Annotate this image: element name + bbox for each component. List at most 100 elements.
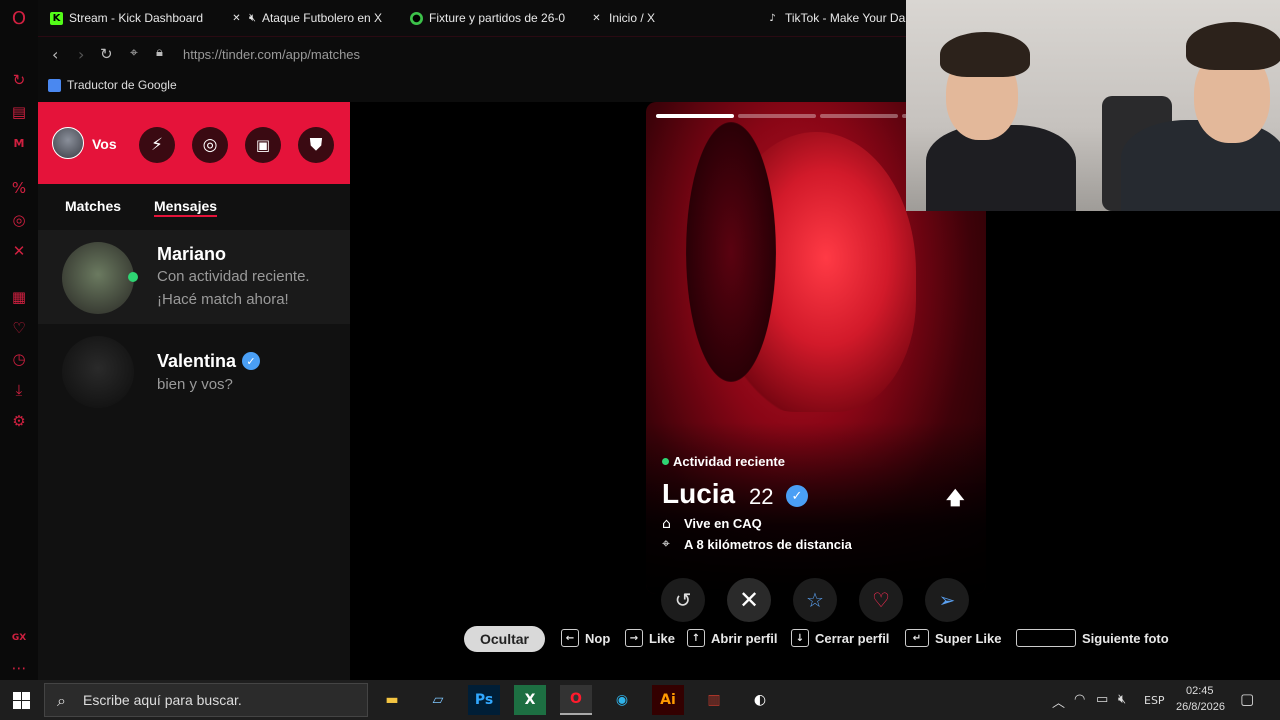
star-icon: ☆	[806, 588, 824, 612]
rewind-icon: ↺	[674, 588, 692, 612]
shield-icon[interactable]: ⛊	[298, 127, 334, 163]
windows-taskbar: ⌕ Escribe aquí para buscar. ▬ ▱ Ps X O ◉…	[0, 680, 1280, 720]
winrar-icon[interactable]: ▥	[698, 685, 730, 715]
language-indicator[interactable]: ESP	[1144, 694, 1165, 707]
pin-icon: ⌖	[662, 536, 670, 552]
taskbar-date[interactable]: 26/8/2026	[1176, 701, 1225, 713]
shortcut-label: Super Like	[935, 630, 1002, 646]
profile-label[interactable]: Vos	[92, 136, 117, 152]
profile-avatar[interactable]	[52, 127, 84, 159]
tab-messages[interactable]: Mensajes	[154, 198, 218, 217]
opera-sidebar: O ↻ ▤ M % ◎ ✕ ▦ ♡ ◷ ⤓ ⚙ GX ⋯	[0, 0, 38, 680]
edge-icon[interactable]: ◉	[606, 685, 638, 715]
shortcut-label: Siguiente foto	[1082, 630, 1169, 646]
shortcut-next-photo: Siguiente foto	[1016, 629, 1169, 647]
left-arrow-key-icon: ←	[561, 629, 579, 647]
lock-icon[interactable]: 🔒︎	[156, 45, 163, 60]
muted-icon: 🔇︎	[249, 11, 256, 24]
briefcase-icon[interactable]: ▣	[245, 127, 281, 163]
conversation-valentina[interactable]: Valentina ✓ bien y vos?	[38, 326, 350, 416]
online-indicator	[128, 272, 138, 282]
verified-badge-icon: ✓	[786, 485, 808, 507]
person-right-hair	[1186, 22, 1280, 70]
windows-start-icon[interactable]	[13, 692, 30, 709]
boost-icon[interactable]: ⚡︎	[139, 127, 175, 163]
mail-icon[interactable]: M	[9, 133, 29, 153]
location-pin-icon[interactable]: ⌖	[130, 45, 138, 61]
percent-icon[interactable]: %	[9, 178, 29, 198]
whatsapp-icon[interactable]: ◎	[9, 210, 29, 230]
photo-indicator	[820, 114, 898, 118]
webcam-overlay	[906, 0, 1280, 211]
photoshop-icon[interactable]: Ps	[468, 685, 500, 715]
profile-hair	[686, 122, 776, 382]
illustrator-icon[interactable]: Ai	[652, 685, 684, 715]
search-placeholder: Escribe aquí para buscar.	[83, 692, 242, 708]
open-profile-arrow-icon[interactable]: 🡅︎	[946, 486, 965, 516]
settings-icon[interactable]: ⚙	[9, 411, 29, 431]
profile-age: 22	[749, 484, 774, 509]
file-explorer-icon[interactable]: ▬	[376, 685, 408, 715]
like-button[interactable]: ♡	[859, 578, 903, 622]
hide-shortcuts-label: Ocultar	[479, 631, 529, 647]
hide-shortcuts-button[interactable]: Ocultar	[464, 626, 545, 652]
address-bar: ‹ › ↻ ⌖ 🔒︎ https://tinder.com/app/matche…	[38, 36, 906, 72]
search-icon: ⌕	[57, 691, 66, 710]
tab-bar: K Stream - Kick Dashboard ✕ 🔇︎ Ataque Fu…	[38, 0, 906, 36]
verified-badge-icon: ✓	[242, 352, 260, 370]
url-field[interactable]: https://tinder.com/app/matches	[183, 47, 360, 62]
shortcut-nope: ← Nop	[561, 629, 610, 647]
flow-icon[interactable]: ↻	[9, 70, 29, 90]
tab-inicio-x[interactable]: ✕ Inicio / X	[590, 8, 710, 28]
heart-sidebar-icon[interactable]: ♡	[9, 318, 29, 338]
downloads-icon[interactable]: ⤓	[9, 380, 29, 400]
conversation-preview-line2: ¡Hacé match ahora!	[157, 291, 289, 308]
wifi-icon[interactable]: ◠	[1074, 692, 1085, 707]
history-icon[interactable]: ◷	[9, 349, 29, 369]
activity-dot	[662, 458, 669, 465]
aria-icon[interactable]: ▤	[9, 102, 29, 122]
shortcut-open-profile: ↑ Abrir perfil	[687, 629, 777, 647]
photo-indicator-active	[656, 114, 734, 118]
battery-icon[interactable]: ▭	[1096, 692, 1108, 707]
conversation-mariano[interactable]: Mariano Con actividad reciente. ¡Hacé ma…	[38, 230, 350, 324]
nope-button[interactable]: ✕	[727, 578, 771, 622]
taskbar-time[interactable]: 02:45	[1186, 685, 1214, 697]
obs-icon[interactable]: ◐	[744, 685, 776, 715]
home-icon: ⌂	[662, 516, 671, 532]
bookmark-google-translate[interactable]: Traductor de Google	[48, 78, 177, 92]
enter-key-icon: ↵	[905, 629, 929, 647]
boost-button[interactable]: ➢	[925, 578, 969, 622]
tab-label: Ataque Futbolero en X	[261, 11, 383, 25]
rewind-button[interactable]: ↺	[661, 578, 705, 622]
opera-gx-icon[interactable]: O	[560, 685, 592, 715]
forward-icon[interactable]: ›	[78, 45, 84, 64]
back-icon[interactable]: ‹	[52, 45, 58, 64]
speed-dial-icon[interactable]: ▦	[9, 287, 29, 307]
tab-fixture[interactable]: ● Fixture y partidos de 26-0	[410, 8, 570, 28]
tab-label: Fixture y partidos de 26-0	[429, 11, 566, 25]
person-left-hair	[940, 32, 1030, 77]
reload-icon[interactable]: ↻	[100, 45, 113, 63]
tab-label: Stream - Kick Dashboard	[69, 11, 204, 25]
x-sidebar-icon[interactable]: ✕	[9, 241, 29, 261]
show-hidden-icons-icon[interactable]: ︿	[1052, 692, 1065, 711]
down-arrow-key-icon: ↓	[791, 629, 809, 647]
tab-ataque-futbolero[interactable]: ✕ 🔇︎ Ataque Futbolero en X	[230, 8, 388, 28]
avatar	[62, 242, 134, 314]
gx-icon[interactable]: GX	[9, 628, 29, 648]
volume-muted-icon[interactable]: 🔇︎	[1118, 692, 1126, 707]
more-icon[interactable]: ⋯	[9, 658, 29, 678]
tab-kick[interactable]: K Stream - Kick Dashboard	[50, 8, 220, 28]
profile-name: Lucia	[662, 478, 736, 509]
tab-matches[interactable]: Matches	[65, 198, 121, 214]
notifications-icon[interactable]: ▢	[1240, 690, 1254, 708]
explore-icon[interactable]: ◎	[192, 127, 228, 163]
tab-tiktok[interactable]: ♪ TikTok - Make Your Da	[766, 8, 906, 28]
taskbar-search-box[interactable]: ⌕ Escribe aquí para buscar.	[44, 683, 368, 717]
opera-logo-icon[interactable]: O	[9, 8, 29, 29]
shortcut-close-profile: ↓ Cerrar perfil	[791, 629, 889, 647]
super-like-button[interactable]: ☆	[793, 578, 837, 622]
notepad-icon[interactable]: ▱	[422, 685, 454, 715]
excel-icon[interactable]: X	[514, 685, 546, 715]
